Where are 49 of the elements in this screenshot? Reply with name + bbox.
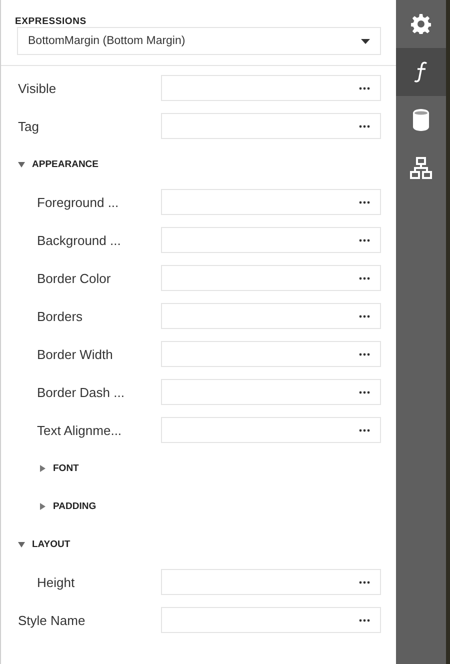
- database-icon: [413, 109, 429, 131]
- expression-field[interactable]: [161, 265, 381, 291]
- property-label: Border Color: [36, 270, 112, 286]
- expression-field[interactable]: [161, 607, 381, 633]
- collapse-arrow-icon[interactable]: [18, 160, 25, 168]
- expand-arrow-icon[interactable]: [39, 502, 46, 510]
- ellipsis-icon: [359, 124, 370, 128]
- ellipsis-icon: [359, 314, 370, 318]
- property-label: Foreground ...: [36, 194, 120, 210]
- group-header[interactable]: FONT: [53, 462, 79, 474]
- expression-field[interactable]: [161, 303, 381, 329]
- group-header[interactable]: PADDING: [53, 500, 96, 512]
- expression-field[interactable]: [161, 379, 381, 405]
- property-label: Background ...: [36, 232, 122, 248]
- ellipsis-icon: [359, 428, 370, 432]
- expression-field[interactable]: [161, 113, 381, 139]
- expand-arrow-icon[interactable]: [39, 464, 46, 472]
- expression-field[interactable]: [161, 75, 381, 101]
- expression-field[interactable]: [161, 417, 381, 443]
- ellipsis-icon: [359, 86, 370, 90]
- ellipsis-icon: [359, 200, 370, 204]
- ellipsis-icon: [359, 618, 370, 622]
- expression-field[interactable]: [161, 227, 381, 253]
- ellipsis-icon: [359, 390, 370, 394]
- ellipsis-icon: [359, 352, 370, 356]
- property-label: Text Alignme...: [36, 422, 123, 438]
- sidebar-tab[interactable]: [396, 48, 446, 96]
- expression-dropdown[interactable]: BottomMargin (Bottom Margin): [17, 27, 381, 55]
- group-header[interactable]: LAYOUT: [32, 538, 70, 550]
- property-label: Style Name: [17, 612, 86, 628]
- section-title: EXPRESSIONS: [14, 15, 88, 27]
- expression-field[interactable]: [161, 341, 381, 367]
- group-header[interactable]: APPEARANCE: [32, 158, 99, 170]
- property-label: Border Width: [36, 346, 114, 362]
- expression-field[interactable]: [161, 189, 381, 215]
- expression-field[interactable]: [161, 569, 381, 595]
- caret-icon: [361, 38, 370, 44]
- collapse-arrow-icon[interactable]: [18, 540, 25, 548]
- function-icon: [414, 61, 428, 83]
- property-label: Height: [36, 574, 76, 590]
- ellipsis-icon: [359, 276, 370, 280]
- property-label: Tag: [17, 118, 40, 134]
- settings-icon: [411, 14, 431, 34]
- ellipsis-icon: [359, 238, 370, 242]
- property-label: Border Dash ...: [36, 384, 126, 400]
- ellipsis-icon: [359, 580, 370, 584]
- property-label: Borders: [36, 308, 84, 324]
- property-label: Visible: [17, 80, 58, 96]
- hierarchy-icon: [410, 157, 432, 179]
